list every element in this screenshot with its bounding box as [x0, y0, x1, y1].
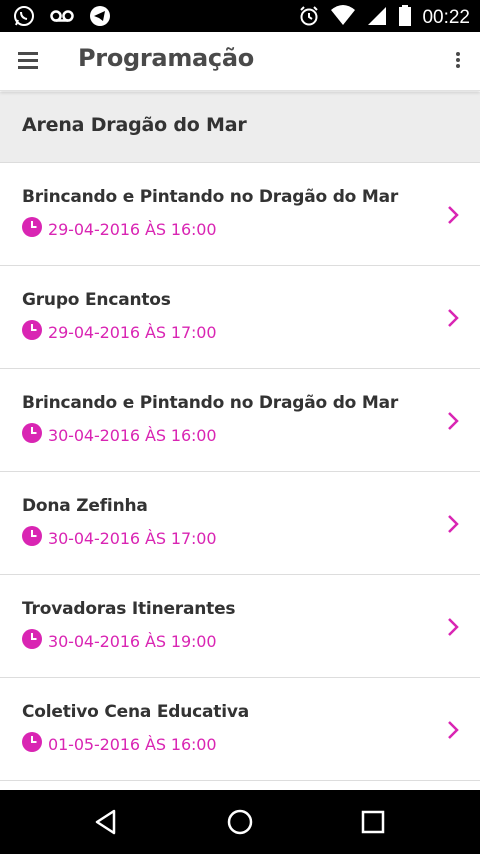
chevron-right-icon[interactable]	[446, 513, 460, 535]
event-date: 01-05-2016 ÀS 16:00	[48, 734, 217, 754]
event-datetime: 30-04-2016 ÀS 19:00	[22, 629, 217, 653]
chevron-right-icon[interactable]	[446, 204, 460, 226]
event-name: Coletivo Cena Educativa	[22, 702, 249, 722]
event-date: 30-04-2016 ÀS 19:00	[48, 631, 217, 651]
wifi-icon	[330, 4, 356, 32]
status-bar: 00:22	[0, 0, 480, 32]
clock-icon	[22, 423, 42, 447]
chevron-right-icon[interactable]	[446, 410, 460, 432]
signal-icon	[366, 4, 388, 32]
event-datetime: 30-04-2016 ÀS 17:00	[22, 526, 217, 550]
section-header: Arena Dragão do Mar	[0, 92, 480, 163]
clock-icon	[22, 320, 42, 344]
event-name: Brincando e Pintando no Dragão do Mar	[22, 187, 399, 207]
event-name: Trovadoras Itinerantes	[22, 599, 236, 619]
event-datetime: 29-04-2016 ÀS 16:00	[22, 217, 217, 241]
recents-icon[interactable]	[357, 806, 389, 838]
event-date: 30-04-2016 ÀS 16:00	[48, 425, 217, 445]
event-item[interactable]: Brincando e Pintando no Dragão do Mar 30…	[0, 369, 480, 472]
event-list: Brincando e Pintando no Dragão do Mar 29…	[0, 163, 480, 781]
chevron-right-icon[interactable]	[446, 307, 460, 329]
event-datetime: 30-04-2016 ÀS 16:00	[22, 423, 217, 447]
chevron-right-icon[interactable]	[446, 719, 460, 741]
status-time: 00:22	[422, 7, 470, 28]
event-datetime: 01-05-2016 ÀS 16:00	[22, 732, 217, 756]
clock-icon	[22, 526, 42, 550]
alarm-icon	[298, 4, 320, 32]
event-item[interactable]: Trovadoras Itinerantes 30-04-2016 ÀS 19:…	[0, 575, 480, 678]
clock-icon	[22, 217, 42, 241]
battery-icon	[398, 4, 412, 32]
clock-icon	[22, 732, 42, 756]
event-name: Dona Zefinha	[22, 496, 148, 516]
page-title: Programação	[78, 44, 254, 72]
event-item[interactable]: Dona Zefinha 30-04-2016 ÀS 17:00	[0, 472, 480, 575]
hamburger-menu-icon[interactable]	[16, 48, 44, 74]
event-item[interactable]: Grupo Encantos 29-04-2016 ÀS 17:00	[0, 266, 480, 369]
event-datetime: 29-04-2016 ÀS 17:00	[22, 320, 217, 344]
event-date: 30-04-2016 ÀS 17:00	[48, 528, 217, 548]
event-date: 29-04-2016 ÀS 17:00	[48, 322, 217, 342]
more-vert-icon[interactable]	[448, 48, 468, 74]
event-name: Brincando e Pintando no Dragão do Mar	[22, 393, 399, 413]
event-item[interactable]: Coletivo Cena Educativa 01-05-2016 ÀS 16…	[0, 678, 480, 781]
navigation-bar	[0, 790, 480, 854]
event-name: Grupo Encantos	[22, 290, 171, 310]
home-icon[interactable]	[224, 806, 256, 838]
telegram-icon	[88, 4, 112, 32]
event-date: 29-04-2016 ÀS 16:00	[48, 219, 217, 239]
section-title: Arena Dragão do Mar	[22, 114, 247, 136]
back-icon[interactable]	[90, 806, 122, 838]
whatsapp-icon	[12, 4, 36, 32]
voicemail-icon	[48, 4, 76, 32]
chevron-right-icon[interactable]	[446, 616, 460, 638]
clock-icon	[22, 629, 42, 653]
event-item[interactable]: Brincando e Pintando no Dragão do Mar 29…	[0, 163, 480, 266]
app-bar: Programação	[0, 32, 480, 91]
